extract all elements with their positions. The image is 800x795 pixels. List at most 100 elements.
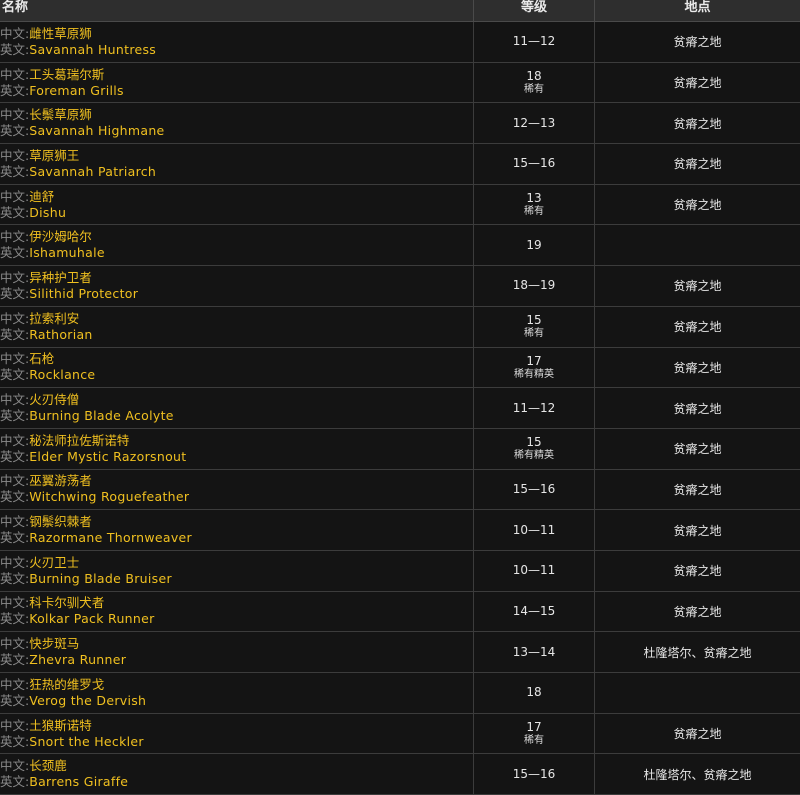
cn-prefix: 中文: bbox=[0, 310, 30, 326]
en-line: 英文:Dishu bbox=[0, 205, 473, 221]
cn-name-link[interactable]: 火刃卫士 bbox=[29, 555, 79, 570]
location-value: 贫瘠之地 bbox=[673, 320, 722, 335]
table-row: 中文:快步斑马 英文:Zhevra Runner 13—14 杜隆塔尔、贫瘠之地 bbox=[0, 632, 800, 673]
level-value: 11—12 bbox=[512, 34, 556, 49]
en-prefix: 英文: bbox=[0, 285, 30, 301]
en-name-link[interactable]: Savannah Patriarch bbox=[29, 164, 156, 179]
table-row: 中文:长鬃草原狮 英文:Savannah Highmane 12—13 贫瘠之地 bbox=[0, 103, 800, 145]
en-name-link[interactable]: Burning Blade Acolyte bbox=[29, 408, 174, 423]
location-cell: 贫瘠之地 bbox=[595, 63, 800, 103]
cn-name-link[interactable]: 异种护卫者 bbox=[29, 270, 92, 285]
en-prefix: 英文: bbox=[0, 774, 30, 790]
cn-line: 中文:狂热的维罗戈 bbox=[0, 677, 473, 693]
cn-name-link[interactable]: 草原狮王 bbox=[29, 148, 79, 163]
cn-name-link[interactable]: 快步斑马 bbox=[29, 636, 79, 651]
table-row: 中文:异种护卫者 英文:Silithid Protector 18—19 贫瘠之地 bbox=[0, 266, 800, 307]
name-cell: 中文:狂热的维罗戈 英文:Verog the Dervish bbox=[0, 673, 473, 713]
en-prefix: 英文: bbox=[0, 82, 30, 98]
header-level[interactable]: 等级 bbox=[473, 0, 595, 21]
level-cell: 15 稀有精英 bbox=[473, 428, 595, 469]
location-value: 贫瘠之地 bbox=[673, 76, 722, 91]
en-name-link[interactable]: Silithid Protector bbox=[29, 286, 138, 301]
en-name-link[interactable]: Verog the Dervish bbox=[29, 693, 146, 708]
level-cell: 15—16 bbox=[473, 144, 595, 184]
location-value: 贫瘠之地 bbox=[673, 401, 722, 416]
cn-prefix: 中文: bbox=[0, 676, 30, 692]
table-row: 中文:钢鬃织棘者 英文:Razormane Thornweaver 10—11 贫瘠之… bbox=[0, 510, 800, 551]
location-value: 贫瘠之地 bbox=[673, 564, 722, 579]
en-line: 英文:Savannah Patriarch bbox=[0, 164, 473, 180]
header-location[interactable]: 地点 bbox=[595, 0, 800, 21]
cn-prefix: 中文: bbox=[0, 432, 30, 448]
cn-name-link[interactable]: 雌性草原狮 bbox=[29, 26, 92, 41]
en-line: 英文:Silithid Protector bbox=[0, 286, 473, 302]
cn-name-link[interactable]: 土狼斯诺特 bbox=[29, 718, 92, 733]
level-cell: 13 稀有 bbox=[473, 184, 595, 225]
level-cell: 11—12 bbox=[473, 388, 595, 428]
location-cell: 贫瘠之地 bbox=[595, 103, 800, 143]
cn-name-link[interactable]: 狂热的维罗戈 bbox=[29, 677, 104, 692]
location-value: 贫瘠之地 bbox=[673, 360, 722, 375]
name-cell: 中文:火刃卫士 英文:Burning Blade Bruiser bbox=[0, 551, 473, 591]
table-row: 中文:雌性草原狮 英文:Savannah Huntress 11—12 贫瘠之地 bbox=[0, 22, 800, 63]
en-name-link[interactable]: Zhevra Runner bbox=[29, 652, 126, 667]
level-value: 10—11 bbox=[512, 522, 556, 537]
cn-name-link[interactable]: 拉索利安 bbox=[29, 311, 79, 326]
level-cell: 19 bbox=[473, 225, 595, 266]
location-cell: 贫瘠之地 bbox=[595, 307, 800, 347]
cn-prefix: 中文: bbox=[0, 269, 30, 285]
cn-prefix: 中文: bbox=[0, 473, 30, 489]
cn-name-link[interactable]: 长颈鹿 bbox=[29, 758, 67, 773]
table-row: 中文:狂热的维罗戈 英文:Verog the Dervish 18 bbox=[0, 673, 800, 714]
en-name-link[interactable]: Kolkar Pack Runner bbox=[29, 611, 154, 626]
cn-name-link[interactable]: 火刃侍僧 bbox=[29, 392, 79, 407]
en-name-link[interactable]: Rathorian bbox=[29, 327, 92, 342]
level-cell: 15—16 bbox=[473, 469, 595, 510]
en-name-link[interactable]: Dishu bbox=[29, 205, 66, 220]
cn-prefix: 中文: bbox=[0, 554, 30, 570]
cn-name-link[interactable]: 科卡尔驯犬者 bbox=[29, 595, 104, 610]
en-name-link[interactable]: Savannah Huntress bbox=[29, 42, 156, 57]
cn-line: 中文:快步斑马 bbox=[0, 636, 473, 652]
location-cell: 贫瘠之地 bbox=[595, 714, 800, 754]
en-prefix: 英文: bbox=[0, 448, 30, 464]
en-name-link[interactable]: Foreman Grills bbox=[29, 83, 124, 98]
cn-name-link[interactable]: 石枪 bbox=[29, 351, 54, 366]
cn-prefix: 中文: bbox=[0, 147, 30, 163]
location-value: 贫瘠之地 bbox=[673, 727, 722, 742]
level-value: 18 bbox=[526, 685, 542, 700]
en-name-link[interactable]: Witchwing Roguefeather bbox=[29, 489, 189, 504]
location-value: 贫瘠之地 bbox=[673, 482, 722, 497]
en-name-link[interactable]: Savannah Highmane bbox=[29, 123, 164, 138]
table-row: 中文:草原狮王 英文:Savannah Patriarch 15—16 贫瘠之地 bbox=[0, 144, 800, 185]
header-name[interactable]: 名称 bbox=[0, 0, 473, 21]
level-value: 15—16 bbox=[512, 481, 556, 496]
en-name-link[interactable]: Elder Mystic Razorsnout bbox=[29, 449, 186, 464]
rarity-tag: 稀有精英 bbox=[514, 368, 554, 380]
en-name-link[interactable]: Barrens Giraffe bbox=[29, 774, 128, 789]
cn-name-link[interactable]: 伊沙姆哈尔 bbox=[29, 229, 92, 244]
en-name-link[interactable]: Ishamuhale bbox=[29, 245, 105, 260]
level-cell: 10—11 bbox=[473, 510, 595, 550]
table-row: 中文:火刃卫士 英文:Burning Blade Bruiser 10—11 贫瘠之地 bbox=[0, 550, 800, 592]
cn-prefix: 中文: bbox=[0, 351, 30, 367]
en-name-link[interactable]: Burning Blade Bruiser bbox=[29, 571, 172, 586]
en-prefix: 英文: bbox=[0, 245, 30, 261]
cn-line: 中文:石枪 bbox=[0, 351, 473, 367]
cn-name-link[interactable]: 钢鬃织棘者 bbox=[29, 514, 92, 529]
en-name-link[interactable]: Rocklance bbox=[29, 367, 95, 382]
location-cell bbox=[595, 673, 800, 713]
table-row: 中文:工头葛瑞尔斯 英文:Foreman Grills 18 稀有 贫瘠之地 bbox=[0, 62, 800, 104]
cn-name-link[interactable]: 迪舒 bbox=[29, 189, 54, 204]
cn-name-link[interactable]: 工头葛瑞尔斯 bbox=[29, 67, 104, 82]
cn-name-link[interactable]: 巫翼游荡者 bbox=[29, 473, 92, 488]
cn-line: 中文:伊沙姆哈尔 bbox=[0, 229, 473, 245]
cn-name-link[interactable]: 秘法师拉佐斯诺特 bbox=[29, 433, 129, 448]
rarity-tag: 稀有 bbox=[524, 206, 544, 218]
cn-name-link[interactable]: 长鬃草原狮 bbox=[29, 107, 92, 122]
level-value: 13—14 bbox=[512, 644, 556, 659]
table-row: 中文:拉索利安 英文:Rathorian 15 稀有 贫瘠之地 bbox=[0, 306, 800, 348]
en-name-link[interactable]: Snort the Heckler bbox=[29, 734, 144, 749]
en-name-link[interactable]: Razormane Thornweaver bbox=[29, 530, 192, 545]
table-header: 名称 等级 地点 bbox=[0, 0, 800, 22]
